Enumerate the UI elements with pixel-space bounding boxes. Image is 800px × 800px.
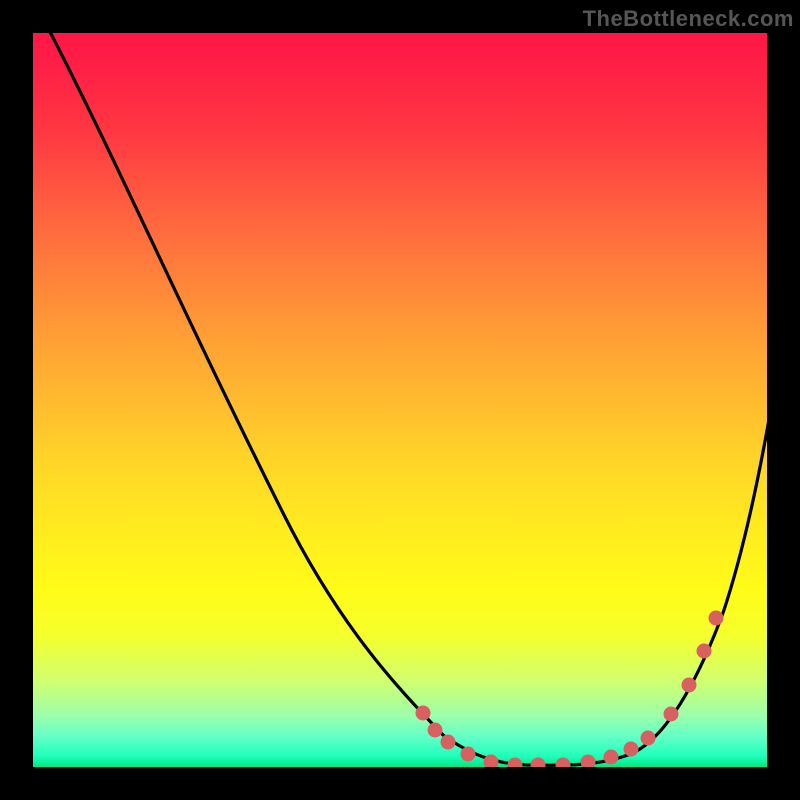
curve-marker — [682, 678, 697, 693]
curve-marker — [461, 747, 476, 762]
curve-marker — [641, 731, 656, 746]
marker-group — [416, 611, 724, 768]
curve-marker — [556, 758, 571, 768]
curve-marker — [581, 755, 596, 768]
curve-marker — [624, 742, 639, 757]
curve-marker — [697, 644, 712, 659]
bottleneck-curve — [48, 33, 767, 765]
curve-marker — [416, 706, 431, 721]
curve-marker — [508, 758, 523, 768]
curve-marker — [441, 735, 456, 750]
curve-marker — [664, 707, 679, 722]
curve-marker — [604, 750, 619, 765]
curve-marker — [531, 758, 546, 768]
curve-marker — [709, 611, 724, 626]
curve-marker — [428, 723, 443, 738]
bottleneck-curve-svg — [33, 33, 767, 767]
watermark: TheBottleneck.com — [583, 6, 794, 32]
chart-area — [33, 33, 767, 767]
